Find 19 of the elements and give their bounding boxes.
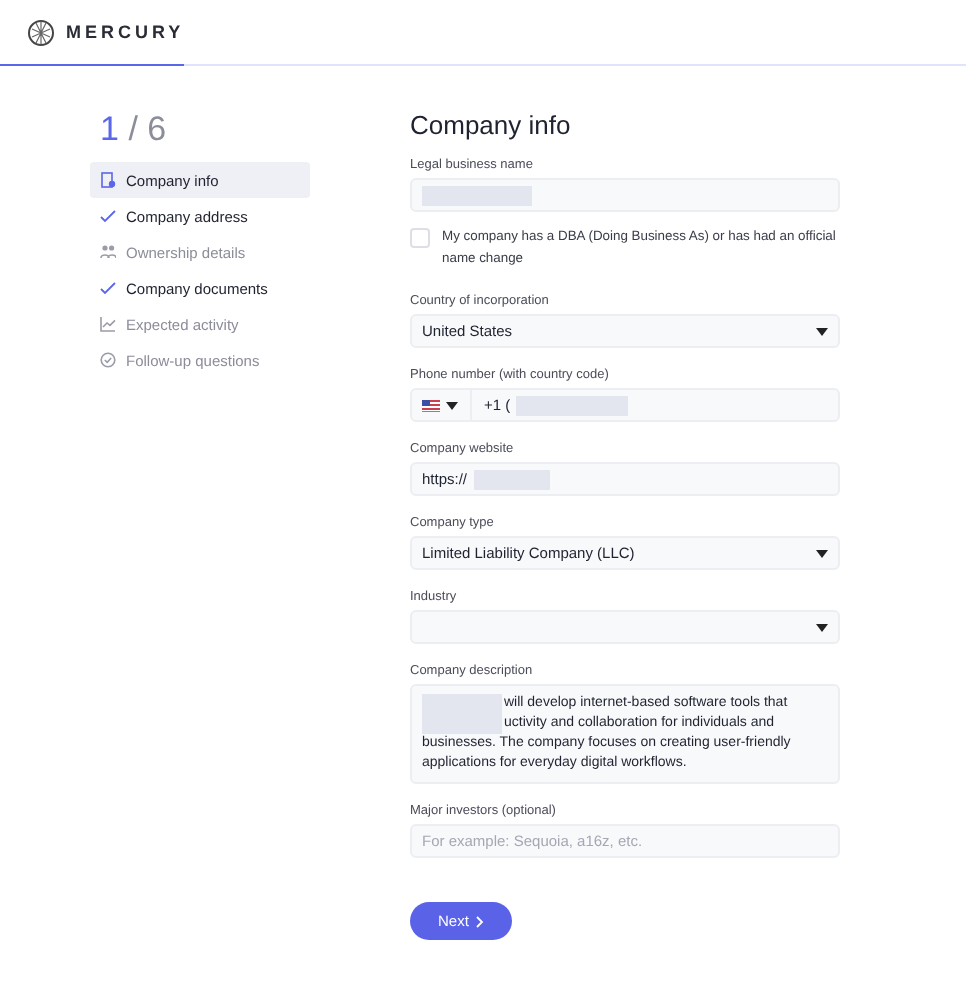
check-icon [100,280,116,296]
people-icon [100,244,116,260]
select-field[interactable] [410,610,840,644]
caret-icon [816,327,828,335]
flag-icon [422,399,440,411]
caret-icon [446,401,458,409]
caret-icon [816,623,828,631]
input-field[interactable] [410,178,840,212]
circle-check-icon [100,352,116,368]
page-title: Company info [410,110,573,140]
logo-icon [28,19,54,45]
step-counter: 1 / 6 [98,110,169,150]
brand-name: MERCURY [66,22,185,42]
document-icon [100,172,116,188]
chevron-icon [476,915,485,927]
check-icon [100,208,116,224]
chart-icon [100,316,116,332]
caret-icon [816,549,828,557]
checkbox[interactable] [410,228,430,248]
